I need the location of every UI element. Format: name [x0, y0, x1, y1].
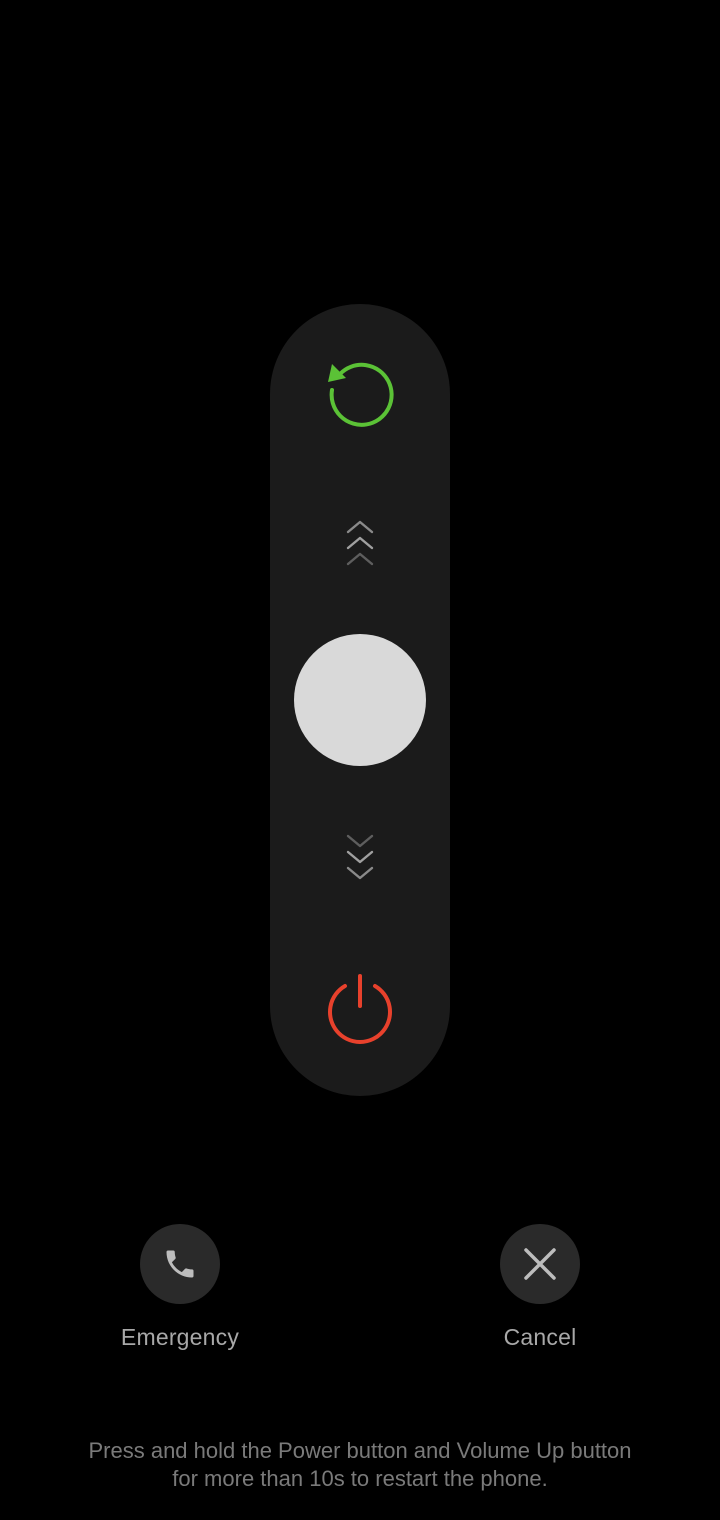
hint-line-2: for more than 10s to restart the phone.	[172, 1466, 548, 1491]
close-icon	[524, 1248, 556, 1280]
power-off-icon[interactable]	[320, 966, 400, 1046]
power-menu-screen: Emergency Cancel Press and hold the Powe…	[0, 0, 720, 1520]
cancel-button[interactable]	[500, 1224, 580, 1304]
restart-icon[interactable]	[320, 354, 400, 434]
chevrons-down-icon	[346, 834, 374, 880]
emergency-action[interactable]: Emergency	[80, 1224, 280, 1351]
phone-icon	[166, 1250, 194, 1278]
emergency-label: Emergency	[120, 1324, 240, 1350]
restart-hint-text: Press and hold the Power button and Volu…	[20, 1437, 700, 1493]
chevrons-up-icon	[346, 520, 374, 566]
slider-knob[interactable]	[294, 634, 426, 766]
hint-line-1: Press and hold the Power button and Volu…	[88, 1438, 632, 1463]
cancel-label: Cancel	[503, 1324, 577, 1350]
cancel-action[interactable]: Cancel	[440, 1224, 640, 1351]
emergency-button[interactable]	[140, 1224, 220, 1304]
